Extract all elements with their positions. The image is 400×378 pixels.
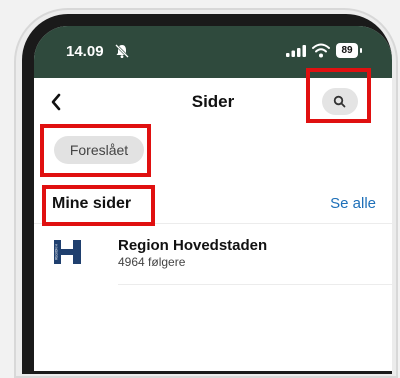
wifi-icon bbox=[312, 43, 330, 58]
bell-off-icon bbox=[115, 44, 129, 58]
region-hovedstaden-logo: REGION H bbox=[54, 240, 81, 264]
page-name: Region Hovedstaden bbox=[118, 237, 268, 254]
search-highlight-box bbox=[306, 68, 371, 123]
logo-text: REGION H bbox=[55, 243, 59, 259]
battery-icon: 89 bbox=[336, 43, 364, 58]
followers-count: 4964 følgere bbox=[118, 255, 186, 269]
my-pages-highlight-box bbox=[42, 185, 155, 226]
list-item[interactable]: REGION H Region Hovedstaden 4964 følgere bbox=[34, 224, 392, 285]
see-all-link[interactable]: Se alle bbox=[330, 195, 376, 212]
signal-icon bbox=[286, 45, 306, 57]
suggested-highlight-box bbox=[40, 124, 151, 177]
item-divider bbox=[118, 284, 392, 285]
status-time: 14.09 bbox=[66, 43, 104, 60]
battery-level: 89 bbox=[336, 43, 358, 58]
battery-tip bbox=[360, 48, 362, 53]
